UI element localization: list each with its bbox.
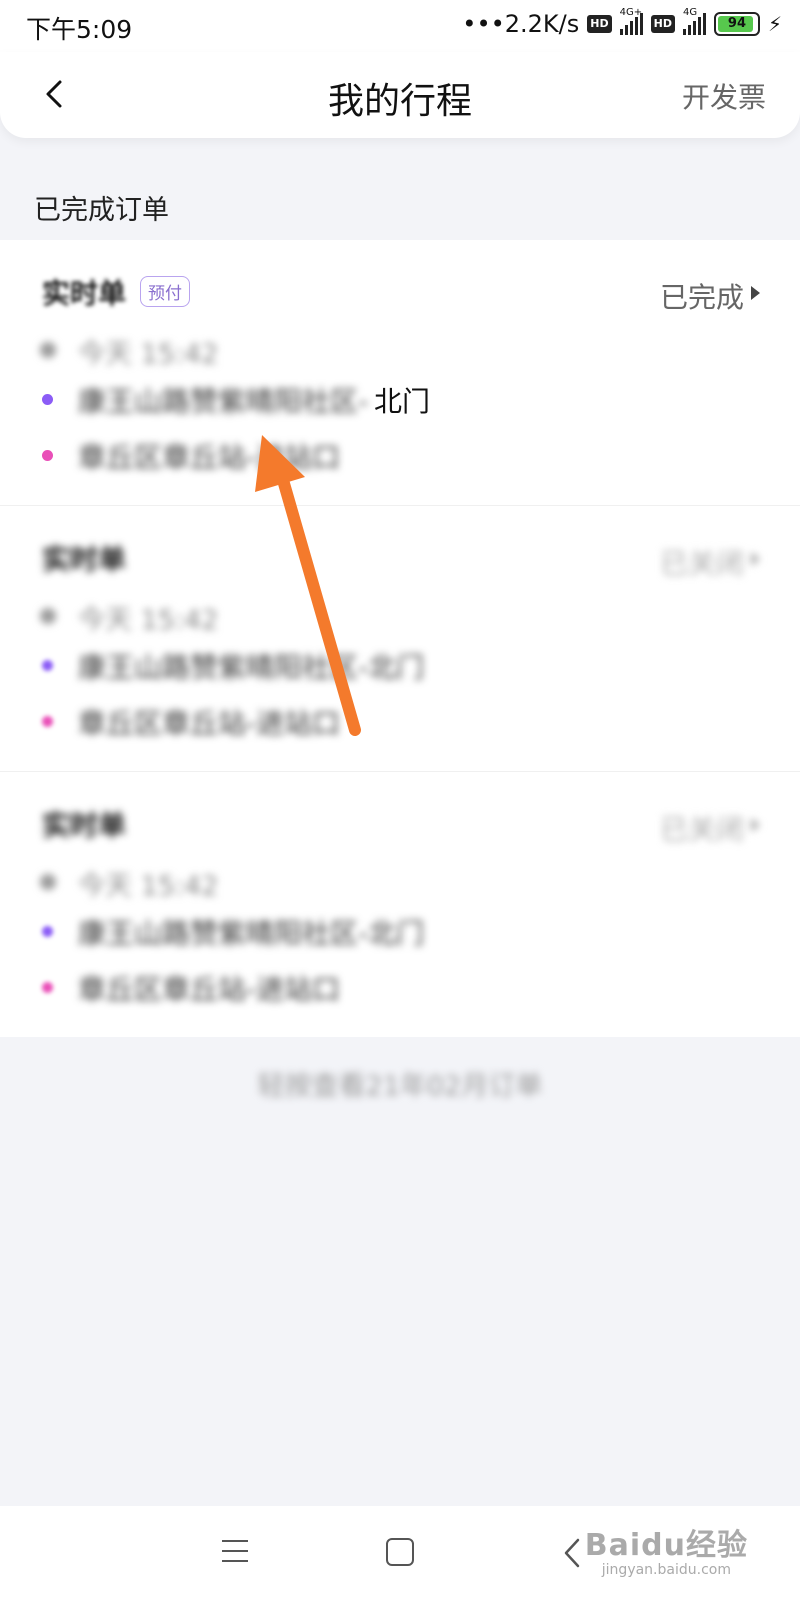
order-list: 实时单 预付 已完成 今天 15:42 康王山路赞紫晴阳社区- 北门 章丘区章丘… bbox=[0, 240, 800, 1037]
order-status[interactable]: 已完成 bbox=[660, 276, 744, 316]
order-from: 康王山路赞紫晴阳社区-北门 bbox=[78, 651, 425, 684]
section-title: 已完成订单 bbox=[34, 195, 169, 226]
status-bar: 下午5:09 •••2.2K/s HD 4G+ HD 4G 94 ⚡ bbox=[0, 0, 800, 52]
order-title: 实时单 bbox=[42, 809, 127, 842]
page-header: 我的行程 开发票 bbox=[0, 52, 800, 138]
caret-right-icon bbox=[751, 818, 760, 832]
caret-right-icon bbox=[751, 286, 760, 300]
signal-label: 4G bbox=[682, 7, 698, 18]
watermark-logo: Baidu经验 bbox=[584, 1528, 748, 1563]
invoice-button[interactable]: 开发票 bbox=[682, 76, 766, 116]
order-card[interactable]: 实时单 已关闭 今天 15:42 康王山路赞紫晴阳社区-北门 章丘区章丘站-进站… bbox=[0, 505, 800, 771]
order-from-suffix: 北门 bbox=[374, 385, 431, 418]
navigation-bar: Baidu经验 jingyan.baidu.com bbox=[0, 1506, 800, 1600]
watermark: Baidu经验 jingyan.baidu.com bbox=[585, 1520, 748, 1578]
nav-back-icon[interactable] bbox=[558, 1536, 588, 1570]
signal-icon: 4G+ bbox=[619, 7, 643, 35]
order-card[interactable]: 实时单 已关闭 今天 15:42 康王山路赞紫晴阳社区-北门 章丘区章丘站-进站… bbox=[0, 771, 800, 1037]
battery-level: 94 bbox=[727, 16, 746, 31]
caret-right-icon bbox=[751, 552, 760, 566]
order-time: 今天 15:42 bbox=[78, 871, 219, 902]
menu-icon[interactable] bbox=[222, 1540, 248, 1564]
signal-label: 4G+ bbox=[619, 7, 643, 18]
start-dot-icon bbox=[42, 660, 53, 671]
watermark-url: jingyan.baidu.com bbox=[601, 1562, 731, 1578]
order-to: 章丘区章丘站-进站口 bbox=[78, 441, 341, 474]
status-right: •••2.2K/s HD 4G+ HD 4G 94 ⚡ bbox=[462, 7, 782, 38]
order-card[interactable]: 实时单 预付 已完成 今天 15:42 康王山路赞紫晴阳社区- 北门 章丘区章丘… bbox=[0, 240, 800, 505]
status-time: 下午5:09 bbox=[26, 15, 133, 44]
order-status[interactable]: 已关闭 bbox=[660, 808, 744, 848]
order-status[interactable]: 已关闭 bbox=[660, 542, 744, 582]
battery-icon: 94 bbox=[713, 12, 760, 36]
order-from: 康王山路赞紫晴阳社区-北门 bbox=[78, 917, 425, 950]
hd-icon: HD bbox=[587, 15, 612, 33]
order-title: 实时单 bbox=[42, 277, 127, 310]
home-icon[interactable] bbox=[386, 1538, 414, 1566]
history-orders-link[interactable]: 轻按查看21年02月订单 bbox=[0, 1064, 800, 1103]
end-dot-icon bbox=[42, 716, 53, 727]
order-to: 章丘区章丘站-进站口 bbox=[78, 973, 341, 1006]
order-time: 今天 15:42 bbox=[78, 339, 219, 370]
clock-icon bbox=[40, 874, 56, 890]
network-speed: •••2.2K/s bbox=[462, 10, 580, 38]
end-dot-icon bbox=[42, 982, 53, 993]
start-dot-icon bbox=[42, 926, 53, 937]
hd-icon: HD bbox=[650, 15, 675, 33]
charging-icon: ⚡ bbox=[767, 12, 782, 36]
order-time: 今天 15:42 bbox=[78, 605, 219, 636]
page-title: 我的行程 bbox=[327, 81, 472, 122]
start-dot-icon bbox=[42, 394, 53, 405]
order-from: 康王山路赞紫晴阳社区- bbox=[78, 385, 369, 418]
clock-icon bbox=[40, 608, 56, 624]
order-title: 实时单 bbox=[42, 543, 127, 576]
order-to: 章丘区章丘站-进站口 bbox=[78, 707, 341, 740]
signal-icon: 4G bbox=[682, 7, 706, 35]
end-dot-icon bbox=[42, 450, 53, 461]
prepaid-tag: 预付 bbox=[140, 276, 190, 307]
clock-icon bbox=[40, 342, 56, 358]
